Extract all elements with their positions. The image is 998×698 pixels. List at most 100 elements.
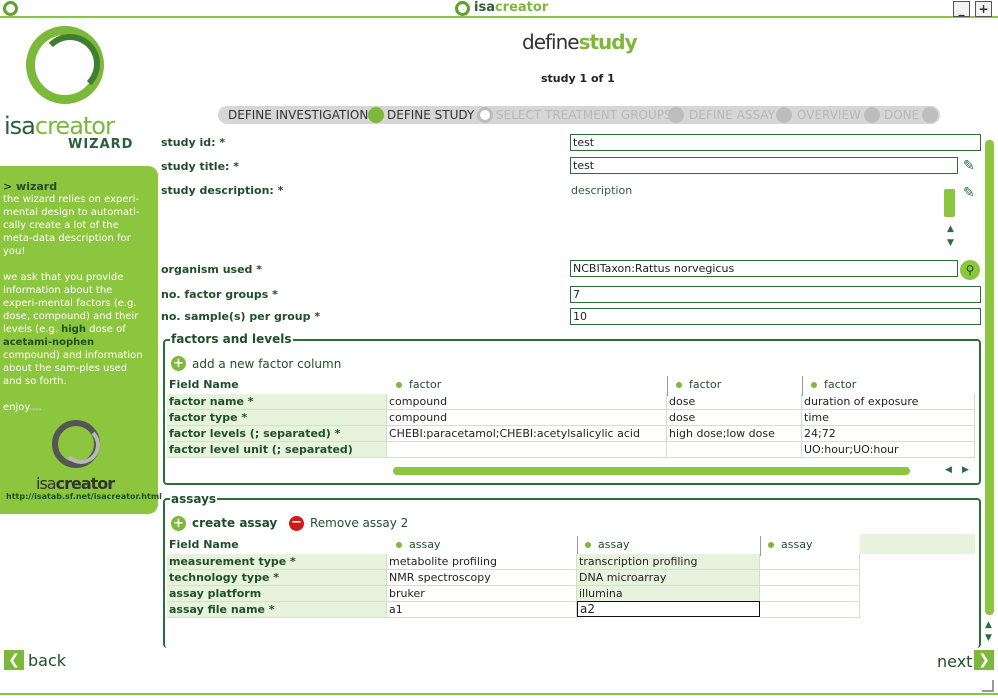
factor-cell[interactable]: compound bbox=[387, 394, 667, 410]
main-scrollbar-thumb[interactable] bbox=[985, 140, 994, 615]
factor-cell[interactable]: time bbox=[802, 410, 975, 426]
study-title-field[interactable]: test bbox=[570, 157, 958, 174]
step-pending-icon bbox=[864, 107, 880, 123]
minimize-button[interactable]: _ bbox=[953, 1, 970, 17]
factors-horizontal-scrollbar[interactable] bbox=[393, 467, 910, 475]
study-counter: study 1 of 1 bbox=[541, 72, 615, 85]
assay-cell[interactable] bbox=[760, 602, 860, 618]
study-description-label: study description: * bbox=[161, 184, 284, 197]
bottom-border bbox=[0, 693, 998, 695]
title-logo-icon bbox=[455, 1, 470, 16]
factor-cell[interactable]: compound bbox=[387, 410, 667, 426]
factor-cell[interactable]: UO:hour;UO:hour bbox=[802, 442, 975, 458]
factor-type-row-label: factor type * bbox=[167, 410, 387, 426]
wizard-heading: > wizard bbox=[3, 180, 58, 193]
assays-section-title: assays bbox=[170, 492, 218, 506]
scroll-right-icon[interactable]: ▶ bbox=[962, 465, 969, 475]
next-button[interactable]: next bbox=[937, 652, 972, 671]
factor-groups-field[interactable]: 7 bbox=[570, 286, 981, 303]
remove-icon[interactable]: − bbox=[289, 516, 304, 531]
add-factor-column-button[interactable]: add a new factor column bbox=[192, 357, 341, 371]
step-done: DONE bbox=[884, 108, 920, 122]
factor-cell[interactable]: CHEBI:paracetamol;CHEBI:acetylsalicylic … bbox=[387, 426, 667, 442]
remove-assay-button[interactable]: Remove assay 2 bbox=[310, 516, 408, 530]
edit-pencil-icon[interactable]: ✎ bbox=[963, 186, 977, 200]
assay-cell[interactable]: metabolite profiling bbox=[387, 554, 577, 570]
window-title: isacreator bbox=[474, 0, 549, 15]
app-logo-icon bbox=[3, 1, 18, 16]
factor-cell[interactable]: dose bbox=[667, 394, 802, 410]
factor-cell[interactable] bbox=[387, 442, 667, 458]
study-id-field[interactable]: test bbox=[570, 134, 981, 151]
add-icon[interactable]: + bbox=[171, 516, 186, 531]
next-arrow-icon[interactable]: ❯ bbox=[974, 650, 994, 670]
scroll-down-icon[interactable]: ▼ bbox=[985, 633, 992, 643]
factor-column-header: factor bbox=[676, 378, 721, 391]
factor-cell[interactable]: 24;72 bbox=[802, 426, 975, 442]
assay-cell[interactable]: bruker bbox=[387, 586, 577, 602]
factors-section-title: factors and levels bbox=[170, 332, 293, 346]
logo-wordmark: isacreator bbox=[4, 112, 115, 140]
column-divider bbox=[802, 376, 803, 396]
factor-cell[interactable]: dose bbox=[667, 410, 802, 426]
factor-column-header: factor bbox=[396, 378, 441, 391]
assay-cell[interactable]: a1 bbox=[387, 602, 577, 618]
step-pending-icon bbox=[776, 107, 792, 123]
assay-cell[interactable] bbox=[760, 570, 860, 586]
assay-cell[interactable]: illumina bbox=[577, 586, 760, 602]
assay-cell[interactable] bbox=[760, 586, 860, 602]
wizard-para-1: the wizard relies on experi-mental desig… bbox=[3, 194, 140, 257]
mini-logo-wordmark: isacreator bbox=[36, 474, 115, 493]
assay-cell[interactable] bbox=[760, 554, 860, 570]
study-id-label: study id: * bbox=[161, 136, 226, 149]
column-divider bbox=[577, 536, 578, 556]
column-divider bbox=[760, 536, 761, 556]
add-icon[interactable]: + bbox=[171, 356, 186, 371]
scroll-up-icon[interactable]: ▲ bbox=[985, 620, 992, 630]
factor-unit-row-label: factor level unit (; separated) bbox=[167, 442, 387, 458]
assay-header-filler bbox=[860, 534, 975, 554]
scroll-left-icon[interactable]: ◀ bbox=[945, 465, 952, 475]
maximize-button[interactable]: + bbox=[975, 1, 992, 17]
step-define-study: DEFINE STUDY bbox=[387, 108, 475, 122]
edit-pencil-icon[interactable]: ✎ bbox=[963, 159, 977, 173]
search-icon[interactable]: ⚲ bbox=[960, 260, 980, 280]
title-bar: isacreator _ + bbox=[0, 0, 998, 18]
back-button[interactable]: back bbox=[28, 651, 66, 670]
step-define-investigation: DEFINE INVESTIGATION bbox=[228, 108, 369, 122]
back-arrow-icon[interactable]: ❮ bbox=[4, 650, 24, 670]
scroll-up-icon[interactable]: ▲ bbox=[947, 224, 954, 234]
step-define-assay: DEFINE ASSAY bbox=[689, 108, 775, 122]
create-assay-button[interactable]: create assay bbox=[192, 516, 277, 530]
assay-cell[interactable]: NMR spectroscopy bbox=[387, 570, 577, 586]
study-description-field[interactable]: description bbox=[571, 184, 632, 197]
assay-file-name-row-label: assay file name * bbox=[167, 602, 387, 618]
step-overview: OVERVIEW bbox=[797, 108, 861, 122]
assay-cell-editing[interactable]: a2 bbox=[577, 601, 760, 617]
factor-groups-label: no. factor groups * bbox=[161, 288, 278, 301]
assay-column-header: assay bbox=[768, 538, 812, 551]
organism-label: organism used * bbox=[161, 263, 263, 276]
assay-cell[interactable]: DNA microarray bbox=[577, 570, 760, 586]
samples-per-group-field[interactable]: 10 bbox=[570, 308, 981, 325]
step-select-treatment: SELECT TREATMENT GROUPS bbox=[496, 108, 672, 122]
factors-field-name-header: Field Name bbox=[169, 378, 239, 391]
assay-cell[interactable]: transcription profiling bbox=[577, 554, 760, 570]
factor-cell[interactable]: high dose;low dose bbox=[667, 426, 802, 442]
logo-inner-ring-icon bbox=[40, 34, 100, 94]
factor-cell[interactable] bbox=[667, 442, 802, 458]
description-scroll-thumb[interactable] bbox=[944, 189, 955, 217]
wizard-para-3: enjoy.... bbox=[3, 402, 42, 413]
assay-platform-row-label: assay platform bbox=[167, 586, 387, 602]
technology-type-row-label: technology type * bbox=[167, 570, 387, 586]
assays-field-name-header: Field Name bbox=[169, 538, 239, 551]
step-done-icon bbox=[368, 107, 384, 123]
scroll-down-icon[interactable]: ▼ bbox=[947, 238, 954, 248]
factor-cell[interactable]: duration of exposure bbox=[802, 394, 975, 410]
assay-column-header: assay bbox=[396, 538, 440, 551]
factor-name-row-label: factor name * bbox=[167, 394, 387, 410]
project-url-link[interactable]: http://isatab.sf.net/isacreator.html bbox=[6, 492, 162, 501]
column-divider bbox=[667, 376, 668, 396]
organism-field[interactable]: NCBITaxon:Rattus norvegicus bbox=[570, 260, 958, 277]
resize-grip-icon[interactable] bbox=[982, 680, 994, 692]
